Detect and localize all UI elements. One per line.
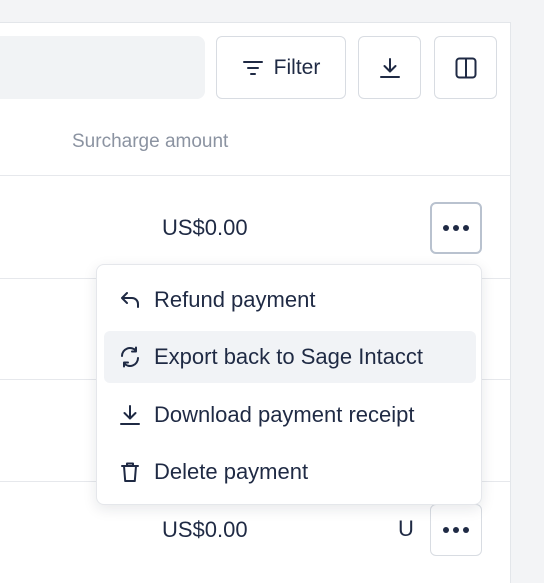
menu-item-label: Delete payment	[154, 459, 309, 484]
menu-item-refund-payment[interactable]: Refund payment	[104, 274, 476, 326]
table-cell-partial: U	[398, 516, 414, 541]
menu-item-label: Refund payment	[154, 287, 316, 312]
menu-item-label: Export back to Sage Intacct	[154, 344, 424, 369]
undo-arrow-icon	[121, 292, 139, 308]
filter-button-label: Filter	[273, 55, 321, 79]
columns-button[interactable]	[434, 36, 497, 99]
more-horizontal-icon	[443, 225, 469, 231]
download-button[interactable]	[358, 36, 421, 99]
row-actions-button[interactable]	[430, 504, 482, 556]
columns-icon	[455, 57, 476, 78]
menu-item-export-to-sage-intacct[interactable]: Export back to Sage Intacct	[104, 331, 476, 383]
sync-icon	[121, 346, 139, 368]
trash-icon	[121, 462, 139, 482]
table-row-surcharge-amount: US$0.00	[162, 517, 248, 542]
table-row-surcharge-amount: US$0.00	[162, 215, 248, 240]
menu-item-delete-payment[interactable]: Delete payment	[104, 446, 476, 498]
download-icon	[120, 405, 140, 425]
download-icon	[379, 57, 400, 78]
menu-item-label: Download payment receipt	[154, 402, 415, 427]
search-input[interactable]	[0, 36, 205, 99]
header-divider	[0, 175, 510, 176]
more-horizontal-icon	[443, 527, 469, 533]
column-header-surcharge-amount[interactable]: Surcharge amount	[72, 131, 228, 153]
row-actions-menu: Refund payment Export back to Sage Intac…	[96, 264, 482, 505]
row-actions-button[interactable]	[430, 202, 482, 254]
filter-button[interactable]: Filter	[216, 36, 346, 99]
menu-item-download-receipt[interactable]: Download payment receipt	[104, 389, 476, 441]
filter-lines-icon	[242, 60, 263, 75]
